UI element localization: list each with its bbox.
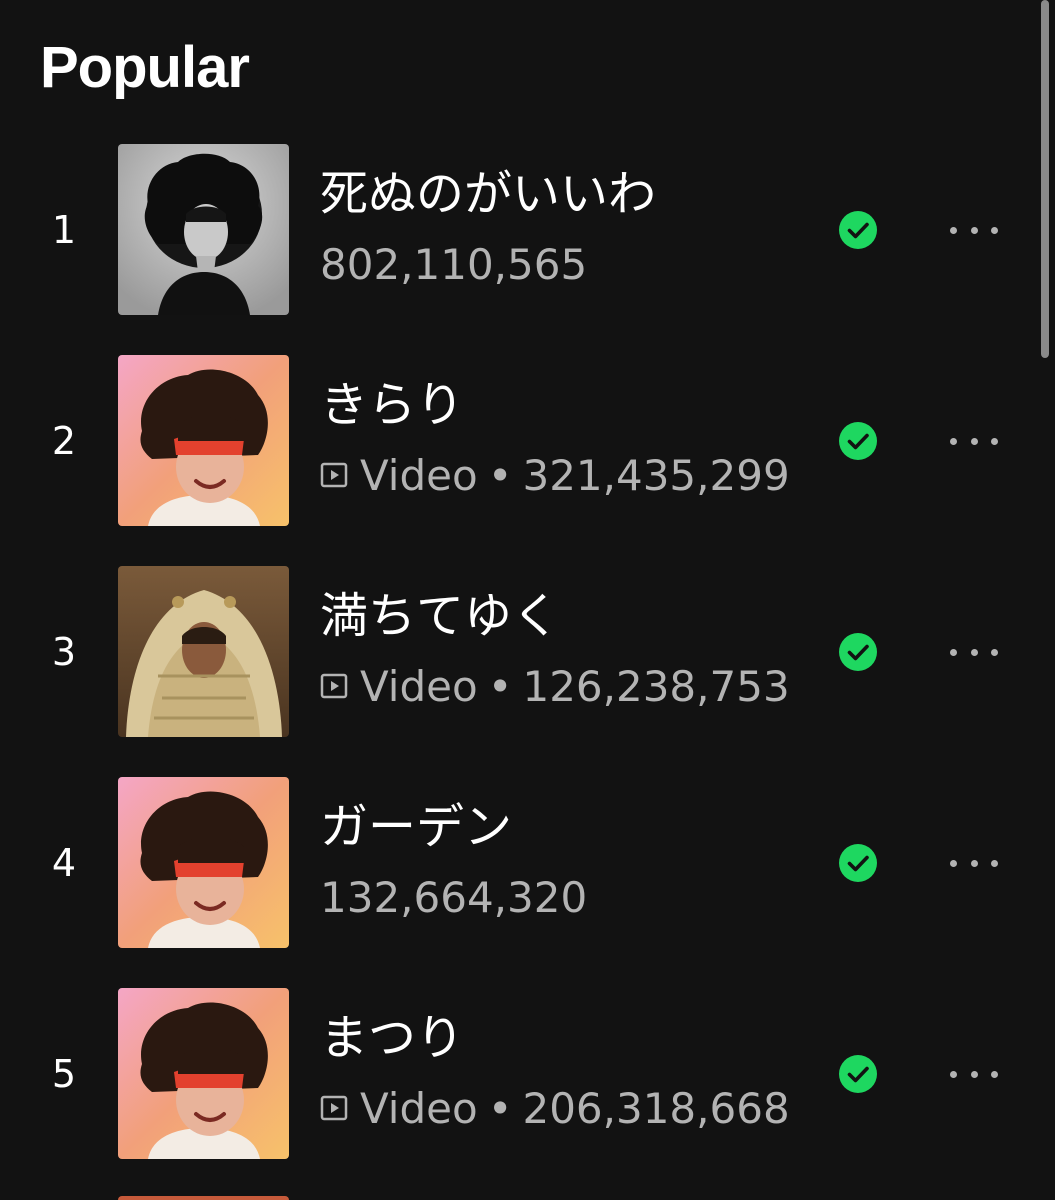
meta-separator: • xyxy=(487,1083,513,1133)
more-horizontal-icon xyxy=(950,1070,957,1078)
popular-track-list: 1 死ぬのがいいわ 802,110,565 2 きらり Video • 321,… xyxy=(0,0,1055,1200)
track-rank: 2 xyxy=(51,419,77,463)
scrollbar[interactable] xyxy=(1041,0,1049,358)
next-row-cover-peek xyxy=(118,1196,289,1200)
check-circle-icon[interactable] xyxy=(838,421,878,461)
video-label: Video xyxy=(360,450,478,500)
track-row[interactable]: 4 ガーデン 132,664,320 xyxy=(0,777,1040,949)
video-play-icon xyxy=(320,1094,348,1122)
track-rank: 5 xyxy=(51,1052,77,1096)
more-horizontal-icon xyxy=(950,859,957,867)
track-title: きらり xyxy=(320,377,465,433)
track-row[interactable]: 2 きらり Video • 321,435,299 xyxy=(0,355,1040,527)
album-cover xyxy=(118,566,289,737)
track-row[interactable]: 5 まつり Video • 206,318,668 xyxy=(0,988,1040,1160)
check-circle-icon[interactable] xyxy=(838,1054,878,1094)
check-circle-icon[interactable] xyxy=(838,843,878,883)
play-count: 321,435,299 xyxy=(522,450,790,500)
more-horizontal-icon xyxy=(950,437,957,445)
more-horizontal-icon xyxy=(950,648,957,656)
video-play-icon xyxy=(320,672,348,700)
meta-separator: • xyxy=(487,661,513,711)
play-count: 126,238,753 xyxy=(522,661,790,711)
track-title: まつり xyxy=(320,1010,465,1066)
check-circle-icon[interactable] xyxy=(838,632,878,672)
more-options-button[interactable] xyxy=(944,632,1004,672)
album-cover xyxy=(118,144,289,315)
more-horizontal-icon xyxy=(950,226,957,234)
album-cover xyxy=(118,355,289,526)
track-meta: 802,110,565 xyxy=(320,236,587,292)
track-meta: Video • 206,318,668 xyxy=(320,1080,790,1136)
check-circle-icon[interactable] xyxy=(838,210,878,250)
play-count: 206,318,668 xyxy=(522,1083,790,1133)
track-rank: 1 xyxy=(51,208,77,252)
video-label: Video xyxy=(360,661,478,711)
track-rank: 3 xyxy=(51,630,77,674)
track-title: ガーデン xyxy=(320,799,513,855)
play-count: 132,664,320 xyxy=(320,872,588,922)
video-play-icon xyxy=(320,461,348,489)
track-meta: Video • 321,435,299 xyxy=(320,447,790,503)
more-options-button[interactable] xyxy=(944,843,1004,883)
track-meta: Video • 126,238,753 xyxy=(320,658,790,714)
play-count: 802,110,565 xyxy=(320,239,588,289)
more-options-button[interactable] xyxy=(944,210,1004,250)
track-meta: 132,664,320 xyxy=(320,869,587,925)
album-cover xyxy=(118,988,289,1159)
track-title: 満ちてゆく xyxy=(320,588,561,644)
more-options-button[interactable] xyxy=(944,421,1004,461)
more-options-button[interactable] xyxy=(944,1054,1004,1094)
meta-separator: • xyxy=(487,450,513,500)
track-rank: 4 xyxy=(51,841,77,885)
video-label: Video xyxy=(360,1083,478,1133)
album-cover xyxy=(118,777,289,948)
track-row[interactable]: 1 死ぬのがいいわ 802,110,565 xyxy=(0,144,1040,316)
track-title: 死ぬのがいいわ xyxy=(320,166,657,222)
track-row[interactable]: 3 満ちてゆく Video • 126,238,753 xyxy=(0,566,1040,738)
